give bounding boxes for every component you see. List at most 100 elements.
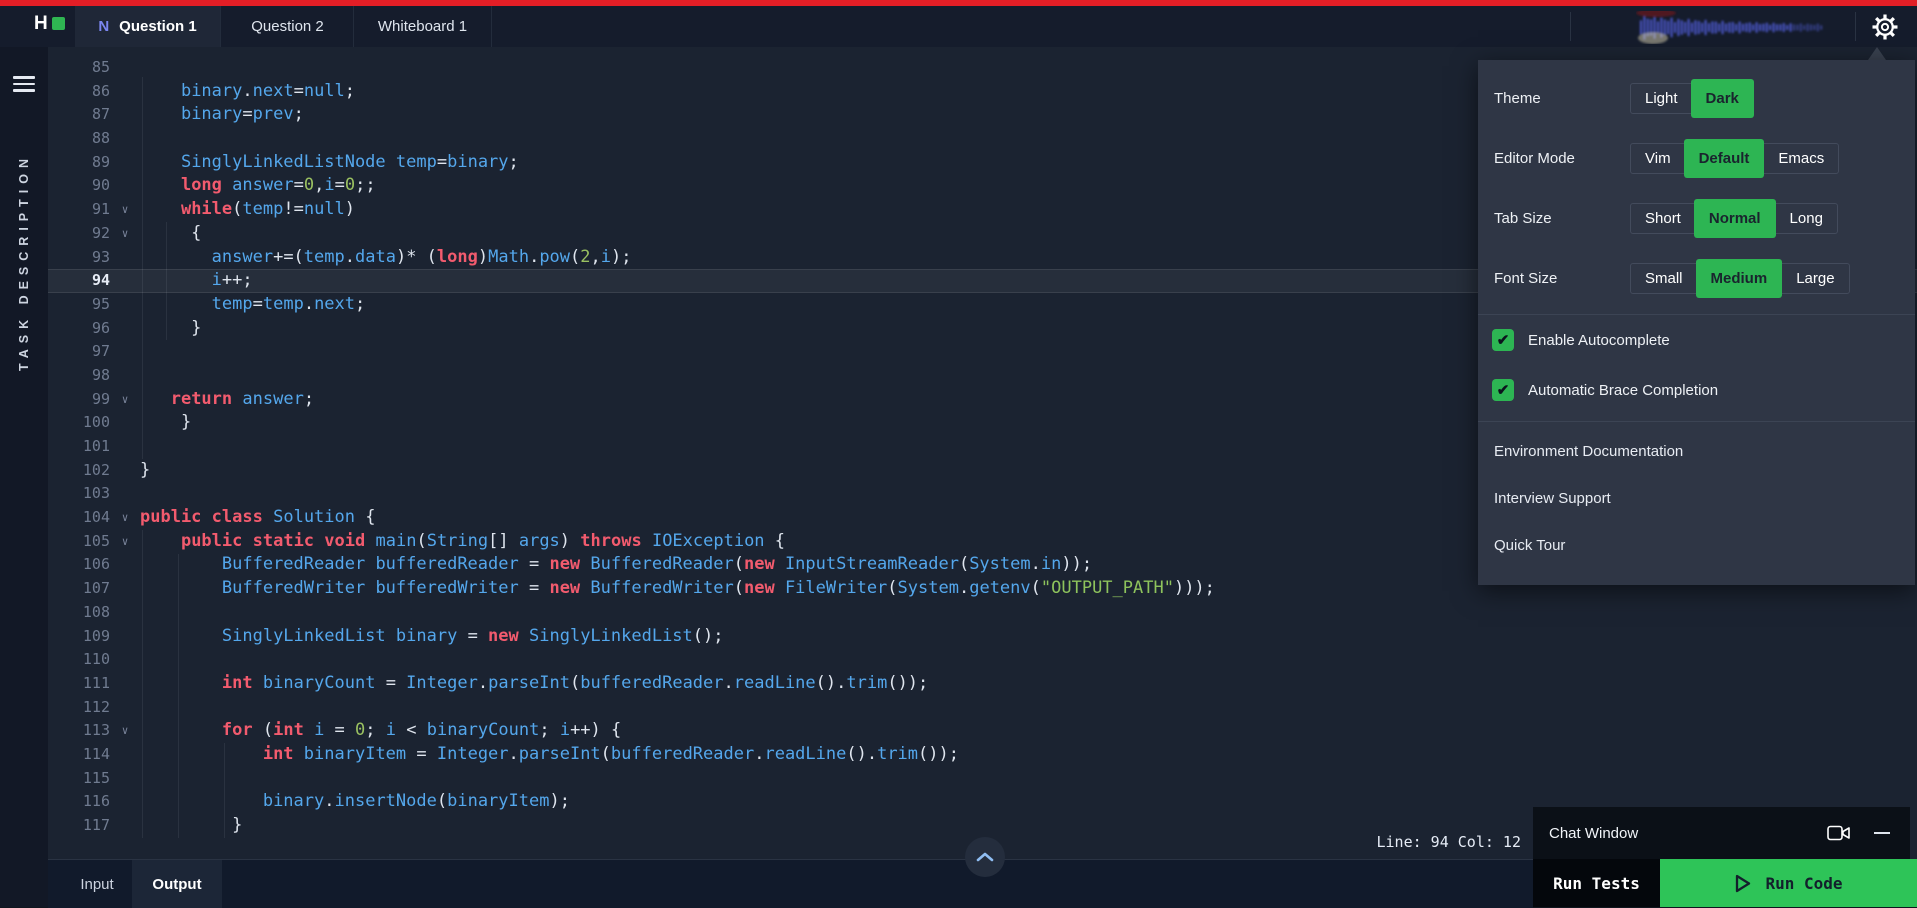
code-text: binary=prev; bbox=[180, 104, 304, 125]
play-icon bbox=[1736, 874, 1751, 892]
scroll-to-top-button[interactable] bbox=[965, 837, 1005, 877]
link-environment-documentation[interactable]: Environment Documentation bbox=[1478, 428, 1915, 475]
code-text: int binaryItem = Integer.parseInt(buffer… bbox=[262, 743, 959, 764]
hackerrank-logo: H bbox=[34, 14, 65, 33]
checkbox-enable-autocomplete[interactable]: ✔ bbox=[1492, 329, 1514, 351]
tab-label: Whiteboard 1 bbox=[377, 18, 468, 35]
code-text: SinglyLinkedListNode temp=binary; bbox=[180, 151, 519, 172]
code-line-112[interactable]: 112 bbox=[48, 696, 1917, 720]
tab-label: Question 1 bbox=[119, 18, 197, 35]
tab-question-2[interactable]: Question 2 bbox=[220, 6, 354, 47]
settings-row-tab-size: Tab Size Short Normal Long bbox=[1478, 188, 1915, 248]
option-emacs[interactable]: Emacs bbox=[1763, 143, 1838, 173]
audio-waveform bbox=[1636, 11, 1823, 44]
link-interview-support[interactable]: Interview Support bbox=[1478, 475, 1915, 522]
fold-chevron-icon[interactable]: ∨ bbox=[110, 719, 140, 743]
line-number: 87 bbox=[91, 105, 110, 124]
line-number: 98 bbox=[91, 365, 110, 384]
code-line-114[interactable]: 114 int binaryItem = Integer.parseInt(bu… bbox=[48, 743, 1917, 767]
option-large[interactable]: Large bbox=[1781, 263, 1848, 293]
code-text: public class Solution { bbox=[140, 507, 376, 528]
hamburger-menu-icon[interactable] bbox=[13, 76, 35, 96]
line-number: 106 bbox=[82, 555, 110, 574]
option-small[interactable]: Small bbox=[1631, 264, 1697, 293]
line-number: 96 bbox=[91, 318, 110, 337]
option-vim[interactable]: Vim bbox=[1631, 144, 1685, 173]
run-tests-button[interactable]: Run Tests bbox=[1533, 859, 1660, 907]
line-number: 103 bbox=[82, 484, 110, 503]
button-group: Vim Default Emacs bbox=[1630, 138, 1840, 178]
settings-gear-icon[interactable] bbox=[1871, 13, 1899, 41]
fold-chevron-icon[interactable]: ∨ bbox=[110, 388, 140, 412]
button-group: Small Medium Large bbox=[1630, 258, 1850, 298]
code-line-110[interactable]: 110 bbox=[48, 648, 1917, 672]
video-camera-icon[interactable] bbox=[1827, 825, 1852, 842]
code-text: binary.insertNode(binaryItem); bbox=[262, 791, 570, 812]
checkbox-label: Enable Autocomplete bbox=[1528, 331, 1670, 349]
line-number: 91 bbox=[91, 200, 110, 219]
option-long[interactable]: Long bbox=[1774, 203, 1837, 233]
logo-letter: H bbox=[34, 13, 48, 34]
fold-chevron-icon[interactable]: ∨ bbox=[110, 198, 140, 222]
chevron-up-icon bbox=[976, 852, 994, 862]
line-number: 117 bbox=[82, 816, 110, 834]
chat-window-header[interactable]: Chat Window bbox=[1533, 807, 1910, 859]
tab-question-1[interactable]: N Question 1 bbox=[75, 6, 220, 47]
line-number: 105 bbox=[82, 531, 110, 550]
line-number: 89 bbox=[91, 152, 110, 171]
code-line-111[interactable]: 111 int binaryCount = Integer.parseInt(b… bbox=[48, 672, 1917, 696]
line-number: 110 bbox=[82, 650, 110, 669]
code-text: } bbox=[140, 459, 151, 480]
code-line-109[interactable]: 109 SinglyLinkedList binary = new Singly… bbox=[48, 625, 1917, 649]
fold-chevron-icon[interactable]: ∨ bbox=[110, 222, 140, 246]
settings-row-editor-mode: Editor Mode Vim Default Emacs bbox=[1478, 128, 1915, 188]
option-short[interactable]: Short bbox=[1631, 204, 1695, 233]
option-normal[interactable]: Normal bbox=[1693, 198, 1776, 238]
fold-chevron-icon[interactable]: ∨ bbox=[110, 530, 140, 554]
tab-whiteboard-1[interactable]: Whiteboard 1 bbox=[353, 6, 492, 47]
code-text: return answer; bbox=[170, 388, 315, 409]
code-text: while(temp!=null) bbox=[180, 199, 356, 220]
line-number: 90 bbox=[91, 176, 110, 195]
line-number: 97 bbox=[91, 342, 110, 361]
tab-output[interactable]: Output bbox=[132, 860, 222, 908]
option-light[interactable]: Light bbox=[1631, 84, 1692, 113]
line-number: 102 bbox=[82, 460, 110, 479]
settings-row-font-size: Font Size Small Medium Large bbox=[1478, 248, 1915, 308]
task-description-label[interactable]: TASK DESCRIPTION bbox=[0, 112, 48, 412]
link-quick-tour[interactable]: Quick Tour bbox=[1478, 522, 1915, 569]
fold-chevron-icon[interactable]: ∨ bbox=[110, 506, 140, 530]
option-default[interactable]: Default bbox=[1683, 138, 1765, 178]
run-code-button[interactable]: Run Code bbox=[1660, 859, 1917, 907]
button-group: Light Dark bbox=[1630, 78, 1754, 118]
line-number: 95 bbox=[91, 294, 110, 313]
code-line-113[interactable]: 113 ∨ for (int i = 0; i < binaryCount; i+… bbox=[48, 719, 1917, 743]
code-text: } bbox=[140, 412, 192, 433]
line-number: 93 bbox=[91, 247, 110, 266]
option-dark[interactable]: Dark bbox=[1690, 78, 1754, 118]
option-medium[interactable]: Medium bbox=[1695, 258, 1783, 298]
code-text: BufferedWriter bufferedWriter = new Buff… bbox=[221, 578, 1215, 599]
tab-input[interactable]: Input bbox=[62, 860, 132, 908]
minimize-icon[interactable] bbox=[1874, 832, 1890, 834]
line-number: 85 bbox=[91, 58, 110, 76]
code-line-108[interactable]: 108 bbox=[48, 601, 1917, 625]
checkbox-automatic-brace-completion[interactable]: ✔ bbox=[1492, 379, 1514, 401]
code-text: public static void main(String[] args) t… bbox=[180, 530, 786, 551]
code-line-115[interactable]: 115 bbox=[48, 767, 1917, 791]
